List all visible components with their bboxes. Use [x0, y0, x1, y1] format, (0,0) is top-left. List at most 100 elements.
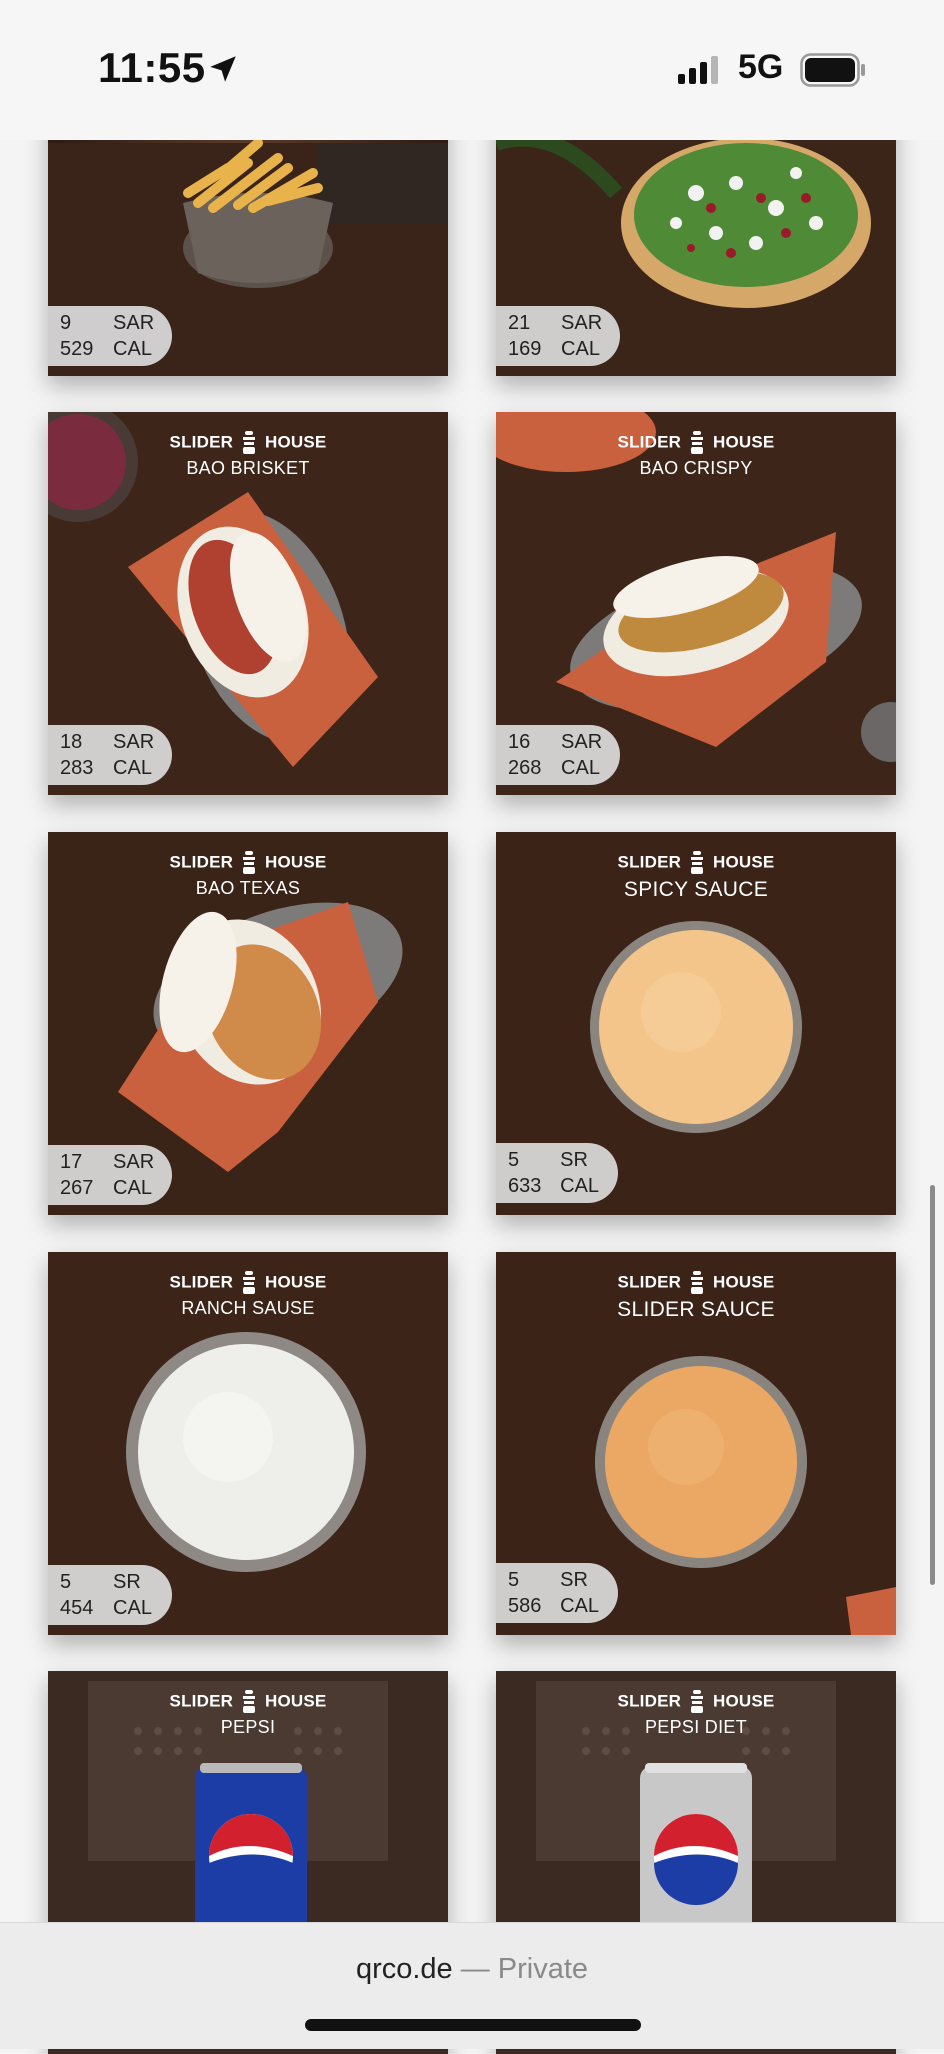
calorie-value: 586: [508, 1595, 542, 1617]
url-separator: —: [452, 1953, 498, 1985]
brand-logo: SLIDER HOUSE: [496, 1270, 896, 1296]
item-name: PEPSI: [220, 1717, 276, 1737]
brand-left: SLIDER: [617, 432, 682, 452]
slider-house-logo-icon: [691, 851, 704, 874]
menu-card[interactable]: SLIDER HOUSE BAO BRISKET 18 SAR 283 CAL: [48, 412, 448, 795]
brand-left: SLIDER: [169, 432, 234, 452]
brand-left: SLIDER: [617, 1691, 682, 1711]
brand-logo: SLIDER HOUSE: [48, 1689, 448, 1715]
brand-logo: SLIDER HOUSE: [496, 850, 896, 876]
calorie-value: 267: [60, 1177, 94, 1199]
price-unit: SAR: [113, 731, 155, 753]
price-unit: SR: [560, 1149, 588, 1171]
menu-card[interactable]: SLIDER HOUSE BAO TEXAS 17 SAR 267 CAL: [48, 832, 448, 1215]
price-value: 5: [60, 1571, 72, 1593]
item-name: BAO BRISKET: [186, 458, 310, 478]
brand-left: SLIDER: [617, 1272, 682, 1292]
price-unit: SAR: [561, 731, 603, 753]
calorie-unit: CAL: [113, 757, 152, 779]
brand-right: HOUSE: [264, 852, 327, 872]
slider-house-logo-icon: [691, 1690, 704, 1713]
menu-grid: 9 SAR 529 CAL 21 SAR 169 CAL SLIDER HOUS…: [0, 0, 944, 2054]
calorie-value: 169: [508, 338, 542, 360]
home-indicator[interactable]: [305, 2019, 641, 2031]
cellular-signal-icon: [678, 56, 718, 84]
slider-house-logo-icon: [243, 851, 256, 874]
menu-card[interactable]: SLIDER HOUSE RANCH SAUSE 5 SR 454 CAL: [48, 1252, 448, 1635]
brand-left: SLIDER: [617, 852, 682, 872]
calorie-unit: CAL: [113, 1177, 152, 1199]
calorie-value: 454: [60, 1597, 94, 1619]
address-bar[interactable]: qrco.de — Private: [0, 1953, 944, 1986]
item-name: BAO TEXAS: [195, 878, 301, 898]
menu-card[interactable]: SLIDER HOUSE BAO CRISPY 16 SAR 268 CAL: [496, 412, 896, 795]
slider-house-logo-icon: [243, 1271, 256, 1294]
item-name: SLIDER SAUCE: [617, 1298, 775, 1321]
network-type: 5G: [738, 48, 784, 86]
calorie-unit: CAL: [561, 757, 600, 779]
calorie-unit: CAL: [560, 1175, 600, 1197]
price-unit: SAR: [561, 312, 603, 334]
brand-logo: SLIDER HOUSE: [48, 430, 448, 456]
browser-bottom-bar[interactable]: qrco.de — Private: [0, 1922, 944, 2049]
price-unit: SAR: [113, 1151, 155, 1173]
url-domain: qrco.de: [355, 1953, 453, 1985]
scrollbar[interactable]: [930, 1185, 935, 1585]
slider-house-logo-icon: [691, 431, 704, 454]
brand-logo: SLIDER HOUSE: [48, 1270, 448, 1296]
brand-right: HOUSE: [264, 432, 327, 452]
menu-card[interactable]: SLIDER HOUSE SPICY SAUCE 5 SR 633 CAL: [496, 832, 896, 1215]
brand-right: HOUSE: [264, 1272, 327, 1292]
calorie-unit: CAL: [561, 338, 600, 360]
price-badge: 21 SAR 169 CAL: [496, 306, 620, 366]
price-badge: 9 SAR 529 CAL: [48, 306, 172, 366]
price-badge: 18 SAR 283 CAL: [48, 725, 172, 785]
calorie-value: 283: [60, 757, 94, 779]
price-badge: 16 SAR 268 CAL: [496, 725, 620, 785]
calorie-unit: CAL: [560, 1595, 600, 1617]
brand-right: HOUSE: [264, 1691, 327, 1711]
price-value: 5: [508, 1569, 520, 1591]
calorie-value: 633: [508, 1175, 542, 1197]
brand-right: HOUSE: [712, 852, 775, 872]
calorie-unit: CAL: [113, 338, 152, 360]
brand-left: SLIDER: [169, 1272, 234, 1292]
slider-house-logo-icon: [243, 1690, 256, 1713]
brand-right: HOUSE: [712, 1691, 775, 1711]
price-value: 21: [508, 312, 531, 334]
price-value: 16: [508, 731, 531, 753]
brand-logo: SLIDER HOUSE: [496, 1689, 896, 1715]
price-badge: 17 SAR 267 CAL: [48, 1145, 172, 1205]
brand-right: HOUSE: [712, 432, 775, 452]
item-name: RANCH SAUSE: [181, 1298, 315, 1318]
price-badge: 5 SR 454 CAL: [48, 1565, 172, 1625]
price-value: 5: [508, 1149, 520, 1171]
item-name: PEPSI DIET: [644, 1717, 748, 1737]
brand-right: HOUSE: [712, 1272, 775, 1292]
calorie-value: 529: [60, 338, 94, 360]
brand-left: SLIDER: [169, 852, 234, 872]
calorie-unit: CAL: [113, 1597, 152, 1619]
price-unit: SR: [113, 1571, 141, 1593]
location-arrow-icon: [210, 56, 236, 82]
brand-left: SLIDER: [169, 1691, 234, 1711]
price-value: 18: [60, 731, 83, 753]
item-name: BAO CRISPY: [639, 458, 753, 478]
calorie-value: 268: [508, 757, 542, 779]
price-unit: SR: [560, 1569, 588, 1591]
menu-card[interactable]: SLIDER HOUSE SLIDER SAUCE 5 SR 586 CAL: [496, 1252, 896, 1635]
price-unit: SAR: [113, 312, 155, 334]
status-bar: 11:55 5G: [0, 0, 944, 140]
price-value: 17: [60, 1151, 83, 1173]
price-badge: 5 SR 586 CAL: [496, 1563, 618, 1623]
price-value: 9: [60, 312, 72, 334]
item-name: SPICY SAUCE: [623, 878, 769, 901]
private-label: Private: [497, 1953, 589, 1985]
brand-logo: SLIDER HOUSE: [48, 850, 448, 876]
slider-house-logo-icon: [691, 1271, 704, 1294]
price-badge: 5 SR 633 CAL: [496, 1143, 618, 1203]
clock: 11:55: [98, 44, 206, 91]
battery-icon: [800, 53, 865, 87]
brand-logo: SLIDER HOUSE: [496, 430, 896, 456]
slider-house-logo-icon: [243, 431, 256, 454]
